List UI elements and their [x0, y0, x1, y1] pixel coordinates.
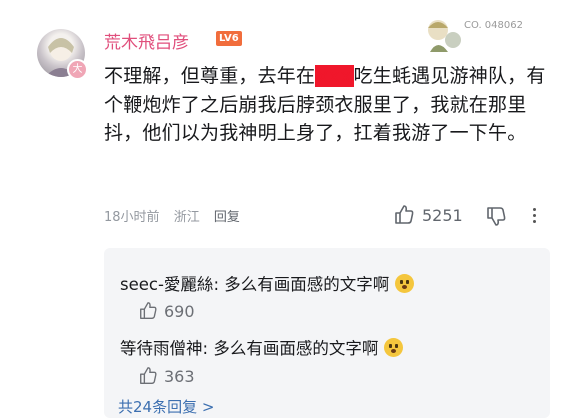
comment-username[interactable]: 荒木飛吕彦: [104, 28, 189, 53]
reply-text: 多么有画面感的文字啊: [224, 275, 390, 294]
avatar-badge-icon: 大: [67, 59, 88, 80]
reply-item[interactable]: seec-愛麗絲: 多么有画面感的文字啊: [120, 271, 414, 295]
thumbs-up-icon: [395, 205, 414, 224]
redaction-block: xxx: [315, 65, 354, 87]
decoration-number: CO. 048062: [464, 20, 523, 31]
comment-meta: 18小时前 浙江 回复: [104, 206, 250, 225]
sad-face-emoji-icon: [383, 338, 403, 357]
reply-section: seec-愛麗絲: 多么有画面感的文字啊 690 等待雨僧神: 多么有画面感的文…: [104, 248, 550, 418]
reply-item[interactable]: 等待雨僧神: 多么有画面感的文字啊: [120, 335, 403, 359]
comment-time: 18小时前: [104, 210, 160, 225]
reply-button[interactable]: 回复: [214, 210, 240, 225]
comment-text: 不理解，但尊重，去年在 xxx 吃生蚝遇见游神队，有个鞭炮炸了之后崩我后脖颈衣服里了…: [104, 62, 550, 148]
thumbs-up-icon: [140, 367, 157, 384]
like-button[interactable]: 5251: [393, 204, 463, 226]
level-badge: LV6: [216, 31, 242, 46]
sad-face-emoji-icon: [394, 274, 414, 293]
thumbs-up-icon: [140, 302, 157, 319]
reply-like-button[interactable]: 363: [138, 366, 195, 386]
more-options-icon[interactable]: [529, 206, 539, 228]
reply-like-count: 690: [164, 301, 195, 321]
reply-author[interactable]: 等待雨僧神: [120, 339, 203, 358]
fan-decoration-icon: [428, 20, 461, 52]
like-count: 5251: [422, 205, 463, 225]
reply-like-count: 363: [164, 366, 195, 386]
comment-text-before: 不理解，但尊重，去年在: [104, 65, 316, 87]
reply-author[interactable]: seec-愛麗絲: [120, 275, 213, 294]
reply-text: 多么有画面感的文字啊: [213, 339, 379, 358]
view-more-replies-link[interactable]: 共24条回复 >: [118, 396, 214, 417]
thumbs-down-icon[interactable]: [485, 205, 507, 227]
reply-like-button[interactable]: 690: [138, 301, 195, 321]
comment-location: 浙江: [173, 210, 200, 225]
